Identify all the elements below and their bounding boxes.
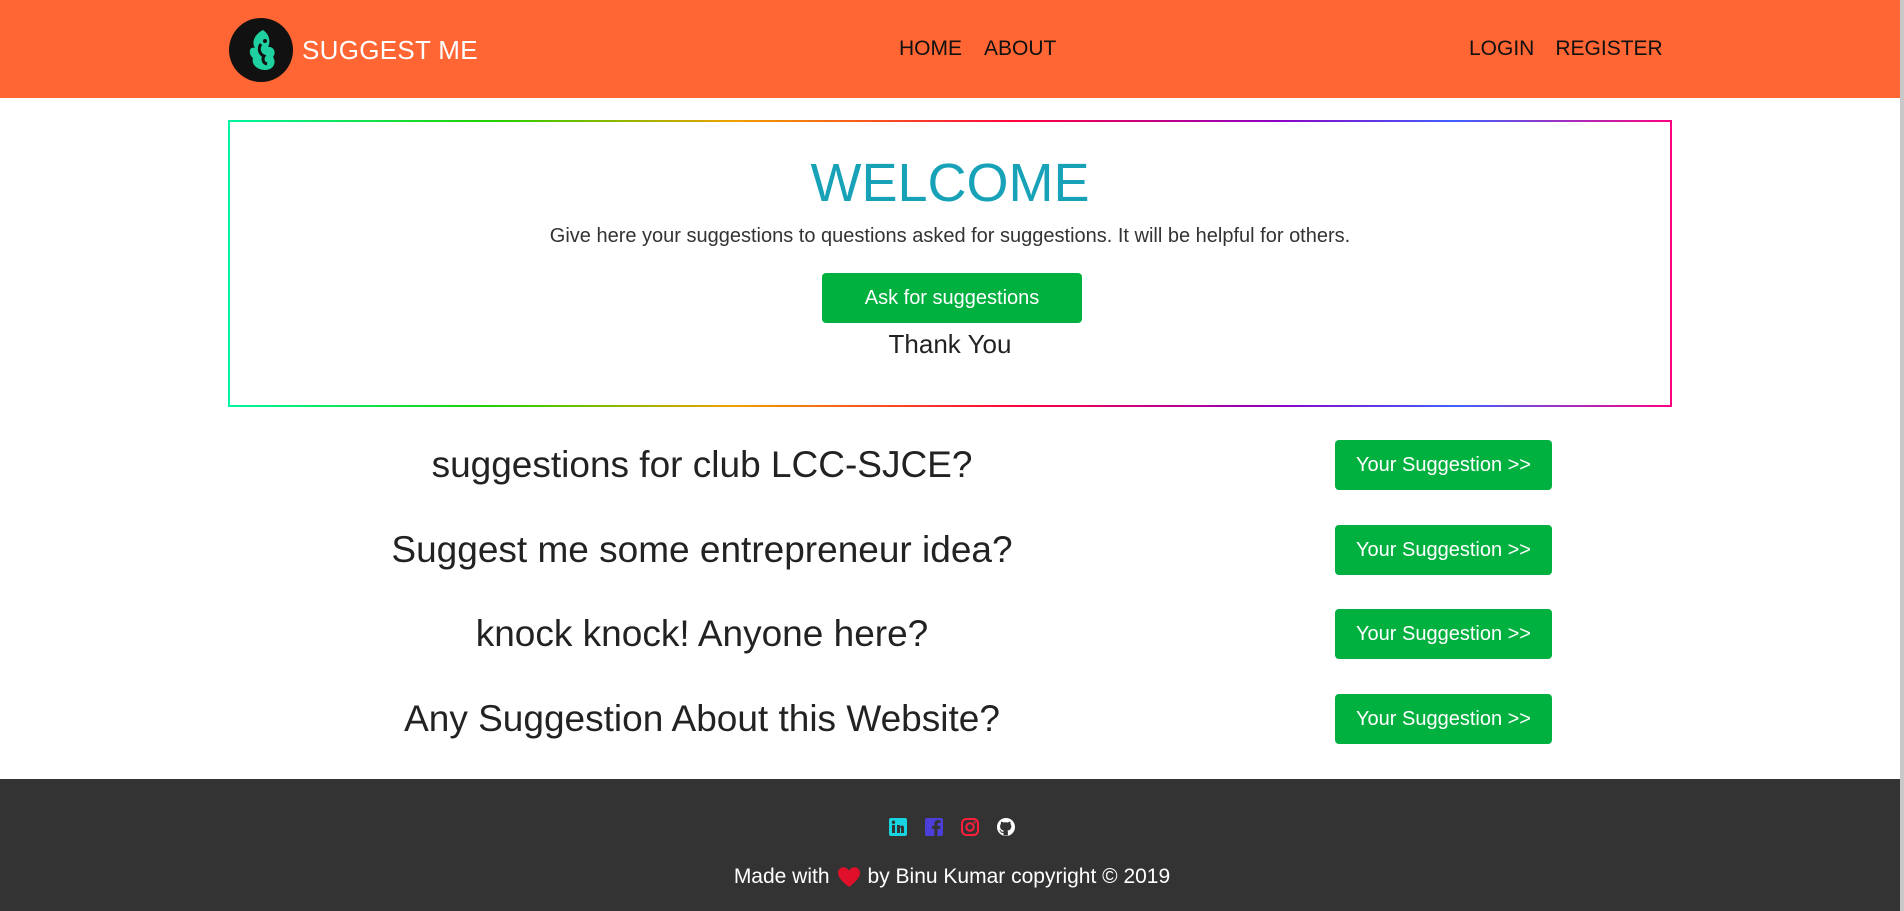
your-suggestion-button[interactable]: Your Suggestion >>: [1335, 525, 1552, 575]
nav-login-link[interactable]: LOGIN: [1469, 37, 1534, 61]
welcome-panel: WELCOME Give here your suggestions to qu…: [228, 120, 1672, 407]
nav-home-link[interactable]: HOME: [899, 37, 962, 61]
question-row: suggestions for club LCC-SJCE? Your Sugg…: [228, 440, 1672, 490]
question-row: Suggest me some entrepreneur idea? Your …: [228, 525, 1672, 575]
question-text: Any Suggestion About this Website?: [404, 698, 1000, 739]
navbar: SUGGEST ME HOME ABOUT LOGIN REGISTER: [0, 0, 1904, 98]
facebook-icon[interactable]: [924, 817, 944, 837]
social-links: [0, 817, 1904, 837]
brand-name: SUGGEST ME: [302, 34, 478, 65]
footer-credit: Made with by Binu Kumar copyright © 2019: [0, 865, 1904, 889]
question-row: Any Suggestion About this Website? Your …: [228, 694, 1672, 744]
brand-logo-icon: [229, 18, 293, 82]
nav-register-link[interactable]: REGISTER: [1555, 37, 1662, 61]
welcome-title: WELCOME: [810, 153, 1090, 213]
instagram-icon[interactable]: [960, 817, 980, 837]
linkedin-icon[interactable]: [888, 817, 908, 837]
question-text: Suggest me some entrepreneur idea?: [391, 529, 1013, 570]
your-suggestion-button[interactable]: Your Suggestion >>: [1335, 440, 1552, 490]
copyright-text: by Binu Kumar copyright © 2019: [867, 865, 1171, 888]
footer: Made with by Binu Kumar copyright © 2019: [0, 779, 1904, 911]
nav-center: HOME ABOUT: [899, 37, 1056, 61]
thank-you-text: Thank You: [888, 329, 1012, 359]
made-with-text: Made with: [733, 865, 830, 888]
question-row: knock knock! Anyone here? Your Suggestio…: [228, 609, 1672, 659]
brand-link[interactable]: SUGGEST ME: [229, 17, 478, 83]
welcome-description: Give here your suggestions to questions …: [549, 225, 1351, 247]
heart-icon: [837, 866, 861, 888]
question-text: knock knock! Anyone here?: [475, 613, 929, 654]
nav-about-link[interactable]: ABOUT: [984, 37, 1056, 61]
nav-right: LOGIN REGISTER: [1469, 37, 1663, 61]
scrollbar[interactable]: [1900, 0, 1904, 911]
your-suggestion-button[interactable]: Your Suggestion >>: [1335, 694, 1552, 744]
your-suggestion-button[interactable]: Your Suggestion >>: [1335, 609, 1552, 659]
question-text: suggestions for club LCC-SJCE?: [431, 444, 973, 485]
ask-for-suggestions-button[interactable]: Ask for suggestions: [822, 273, 1082, 323]
github-icon[interactable]: [996, 817, 1016, 837]
